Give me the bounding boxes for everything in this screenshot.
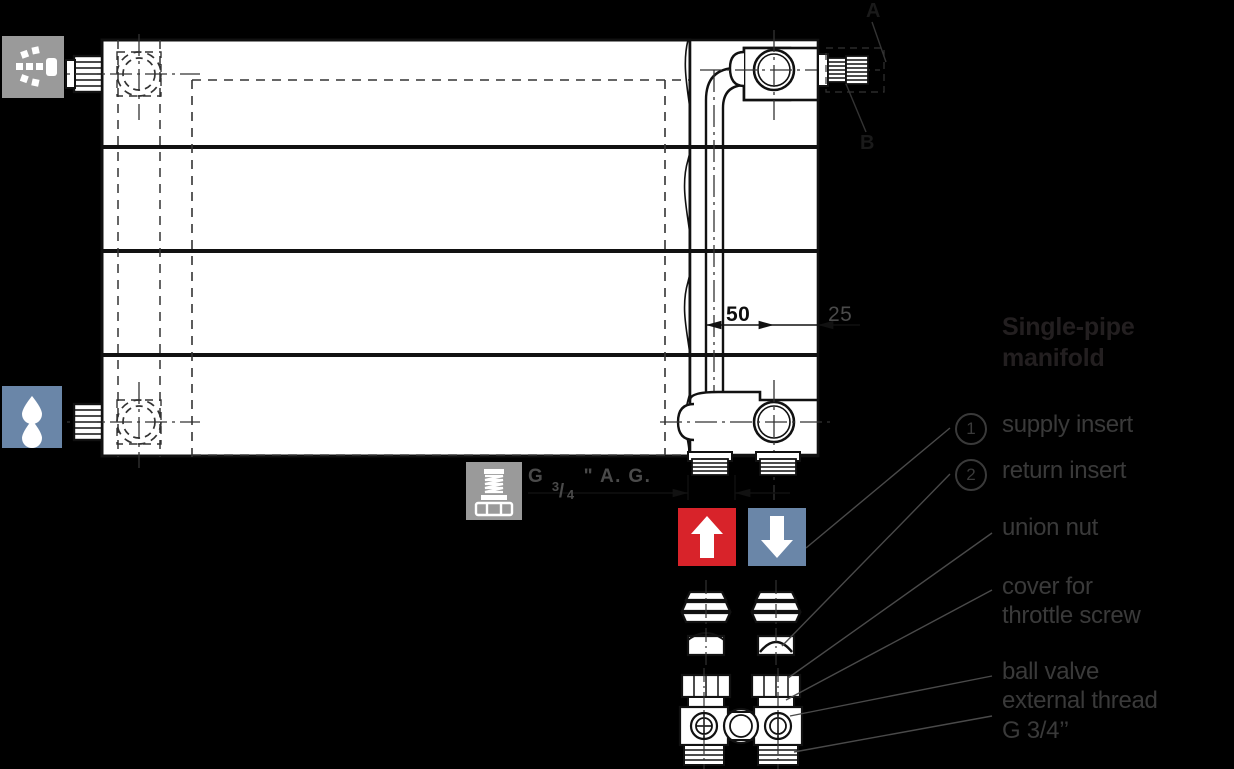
technical-drawing [40,21,993,769]
legend-item-return-insert: return insert [1002,457,1127,484]
supply-insert-part [680,580,732,665]
legend-marker-1: 1 [955,413,987,445]
legend-block: Single-pipe manifold [1002,312,1234,373]
legend-item-supply-insert: supply insert [1002,411,1133,438]
diagram-canvas: 50 25 A B G 3 / 4 " A. G. Single-pipe ma… [0,0,1234,769]
thread-spec-label: G 3 / 4 " A. G. [528,466,652,502]
threaded-bolt-icon [466,462,522,520]
dimension-25-label: 25 [828,303,853,326]
legend-item-union-nut: union nut [1002,514,1099,541]
dimension-50-label: 50 [726,303,751,326]
return-arrow-down-badge [748,508,806,566]
radiator-body [100,38,692,458]
legend-item-ball-valve: ball valve external thread G 3/4’’ [1002,658,1158,744]
thread-suffix: " A. G. [583,466,652,487]
ball-valve-assembly [678,668,804,769]
thread-prefix: G [528,466,545,487]
air-vent-icon [2,36,64,98]
return-insert-part [750,580,802,665]
supply-arrow-up-badge [678,508,736,566]
legend-item-throttle-screw-cover: cover for throttle screw [1002,573,1141,630]
legend-title: Single-pipe manifold [1002,313,1135,372]
callout-b-label: B [860,132,875,154]
water-drops-icon [2,386,62,448]
top-right-valve-fitting [817,21,887,133]
thread-denominator: 4 [566,487,576,502]
legend-marker-2: 2 [955,459,987,491]
callout-a-label: A [866,0,881,22]
